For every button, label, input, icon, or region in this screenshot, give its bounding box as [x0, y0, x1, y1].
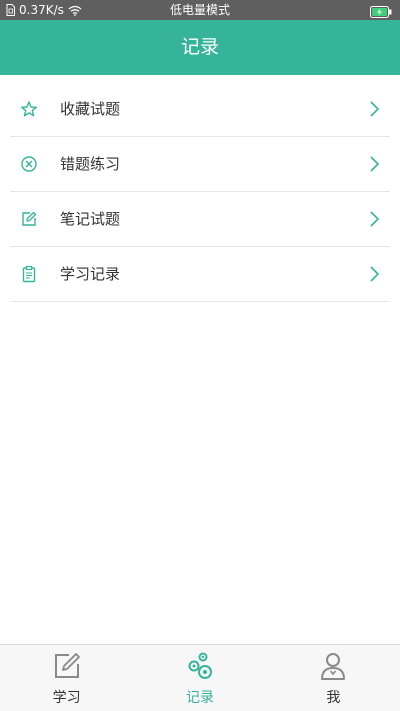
screen: 0.37K/s 低电量模式 记录 收藏试题 错题练习 笔记试题 学习记录 学习 …: [0, 0, 400, 711]
bottom-nav: 学习 记录 我: [0, 644, 400, 711]
menu-item-study-record[interactable]: 学习记录: [10, 247, 390, 302]
clipboard-icon: [22, 265, 36, 283]
low-power-mode-text: 低电量模式: [169, 3, 230, 17]
app-header: 记录: [0, 20, 400, 75]
menu-item-favorites[interactable]: 收藏试题: [10, 82, 390, 137]
menu-item-label: 学习记录: [60, 265, 121, 283]
tab-label: 学习: [52, 690, 81, 706]
menu-item-label: 收藏试题: [60, 100, 121, 118]
menu-item-notes[interactable]: 笔记试题: [10, 192, 390, 247]
chevron-right-icon: [370, 101, 380, 117]
status-bar: 0.37K/s 低电量模式: [0, 0, 400, 20]
tab-label: 记录: [185, 690, 214, 706]
chevron-right-icon: [370, 266, 380, 282]
menu-item-wrong-questions[interactable]: 错题练习: [10, 137, 390, 192]
gears-icon: [188, 652, 212, 679]
pencil-square-icon: [54, 653, 80, 678]
tab-me[interactable]: 我: [267, 645, 400, 711]
battery-charging-icon: [370, 6, 392, 18]
record-menu-list: 收藏试题 错题练习 笔记试题 学习记录: [10, 82, 390, 302]
chevron-right-icon: [370, 156, 380, 172]
menu-item-label: 错题练习: [60, 155, 121, 173]
chevron-right-icon: [370, 211, 380, 227]
circle-x-icon: [21, 156, 37, 172]
tab-study[interactable]: 学习: [0, 645, 133, 711]
star-icon: [21, 101, 37, 117]
status-right: [370, 4, 392, 18]
tab-label: 我: [326, 690, 341, 706]
page-title: 记录: [180, 36, 219, 58]
person-icon: [321, 653, 346, 680]
edit-note-icon: [22, 211, 37, 226]
tab-record[interactable]: 记录: [133, 645, 266, 711]
menu-item-label: 笔记试题: [60, 210, 121, 228]
